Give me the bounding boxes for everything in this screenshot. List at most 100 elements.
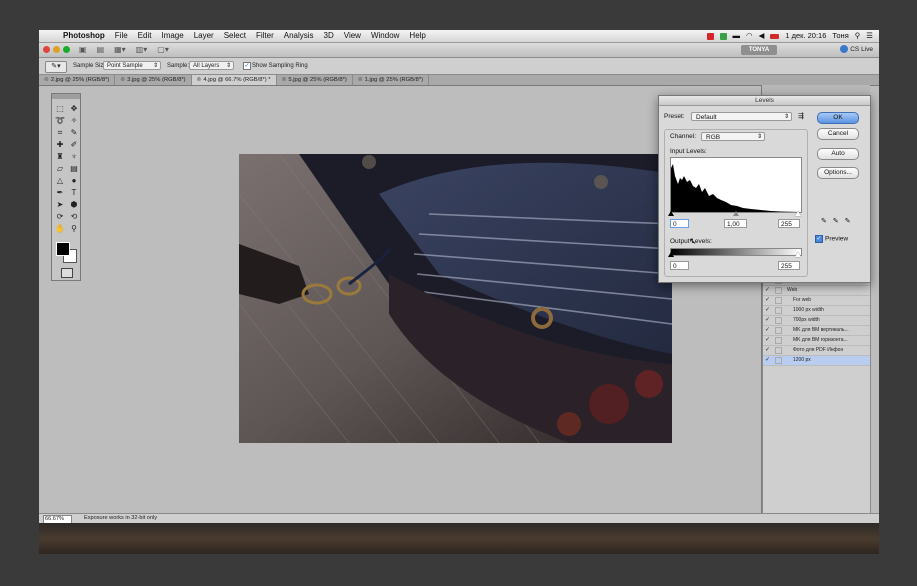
input-white-field[interactable]: 255 (778, 219, 800, 228)
list-item[interactable]: ✓ MK для ВМ вертикаль... (763, 326, 870, 336)
sync-icon[interactable] (719, 32, 727, 40)
close-icon[interactable]: ⊗ (197, 77, 202, 83)
list-item[interactable]: ✓ MK для ВМ горизонта... (763, 336, 870, 346)
output-white-field[interactable]: 255 (778, 261, 800, 270)
menu-analysis[interactable]: Analysis (284, 30, 314, 42)
battery-icon[interactable]: ▬ (733, 30, 741, 42)
sample-select[interactable]: All Layers (189, 61, 234, 71)
preview-checkbox[interactable]: ✓ Preview (815, 235, 848, 244)
check-icon[interactable]: ✓ (765, 327, 772, 334)
history-brush-icon[interactable]: ♆ (68, 151, 80, 162)
lasso-tool-icon[interactable]: ➰ (54, 115, 66, 126)
channel-select[interactable]: RGB (701, 132, 765, 142)
close-icon[interactable]: ⊗ (44, 77, 49, 83)
eyedropper-tool-preset-icon[interactable]: ✎▾ (45, 61, 67, 73)
document-canvas-image[interactable] (239, 154, 672, 443)
output-black-field[interactable]: 0 (670, 261, 689, 270)
preset-select[interactable]: Default (691, 112, 792, 122)
zoom-icon[interactable] (63, 46, 70, 53)
list-item[interactable]: ✓ Фото для PDF Инфон (763, 346, 870, 356)
stamp-tool-icon[interactable]: ♜ (54, 151, 66, 162)
menu-image[interactable]: Image (161, 30, 183, 42)
workspace-button[interactable]: TONYA (741, 45, 777, 55)
spotlight-icon[interactable]: ⚲ (855, 30, 861, 42)
check-icon[interactable]: ✓ (765, 297, 772, 304)
shape-tool-icon[interactable]: ⬢ (68, 199, 80, 210)
check-icon[interactable]: ✓ (765, 357, 772, 364)
tab-1-jpg[interactable]: ⊗ 1.jpg @ 25% (RGB/8*) (353, 75, 430, 85)
dialog-title[interactable]: Levels (659, 96, 870, 106)
black-eyedropper-icon[interactable]: ✎ (821, 217, 827, 225)
list-item[interactable]: ✓ For web (763, 296, 870, 306)
quick-mask-icon[interactable] (61, 268, 73, 278)
minibridge-icon[interactable]: ▤ (97, 45, 105, 54)
tab-4-jpg[interactable]: ⊗ 4.jpg @ 66.7% (RGB/8*) * (191, 75, 277, 85)
cs-live-button[interactable]: CS Live (840, 45, 873, 55)
healing-tool-icon[interactable]: ✚ (54, 139, 66, 150)
show-sampling-ring-checkbox[interactable]: ✓ (243, 62, 251, 70)
eyedropper-tool-icon[interactable]: ✎ (68, 127, 80, 138)
input-gamma-slider[interactable] (733, 211, 739, 216)
arrange-icon[interactable]: ▥▾ (136, 45, 148, 54)
foreground-color[interactable] (56, 242, 70, 256)
check-icon[interactable]: ✓ (765, 347, 772, 354)
minimize-icon[interactable] (53, 46, 60, 53)
options-button[interactable]: Options... (817, 167, 859, 179)
gray-eyedropper-icon[interactable]: ✎ (833, 217, 839, 225)
user-name[interactable]: Тоня (832, 30, 848, 42)
menu-filter[interactable]: Filter (256, 30, 274, 42)
white-eyedropper-icon[interactable]: ✎ (845, 217, 851, 225)
menu-app[interactable]: Photoshop (63, 30, 105, 42)
view-extras-icon[interactable]: ▦▾ (114, 45, 126, 54)
blur-tool-icon[interactable]: △ (54, 175, 66, 186)
volume-icon[interactable]: ◀ (759, 30, 765, 42)
screen-mode-icon[interactable]: ▢▾ (157, 45, 169, 54)
input-white-slider[interactable] (795, 211, 801, 216)
path-select-tool-icon[interactable]: ➤ (54, 199, 66, 210)
preset-options-icon[interactable]: ⇶ (798, 112, 804, 120)
check-icon[interactable]: ✓ (765, 337, 772, 344)
hand-tool-icon[interactable]: ✋ (54, 223, 66, 234)
marquee-tool-icon[interactable]: ⬚ (54, 103, 66, 114)
cancel-button[interactable]: Cancel (817, 128, 859, 140)
check-icon[interactable]: ✓ (765, 287, 772, 294)
close-icon[interactable] (43, 46, 50, 53)
bridge-icon[interactable]: ▣ (79, 45, 87, 54)
menu-3d[interactable]: 3D (324, 30, 334, 42)
menu-help[interactable]: Help (409, 30, 425, 42)
list-item[interactable]: ✓ Web (763, 286, 870, 296)
flag-icon[interactable] (770, 33, 780, 39)
list-item[interactable]: ✓ 700px width (763, 316, 870, 326)
3d-rotate-tool-icon[interactable]: ⟳ (54, 211, 66, 222)
zoom-tool-icon[interactable]: ⚲ (68, 223, 80, 234)
close-icon[interactable]: ⊗ (282, 77, 287, 83)
menu-layer[interactable]: Layer (194, 30, 214, 42)
tab-2-jpg[interactable]: ⊗ 2.jpg @ 25% (RGB/8*) (39, 75, 116, 85)
input-black-field[interactable]: 0 (670, 219, 689, 228)
gradient-tool-icon[interactable]: ▤ (68, 163, 80, 174)
output-white-slider[interactable] (795, 252, 801, 257)
sample-size-select[interactable]: Point Sample (103, 61, 161, 71)
menu-select[interactable]: Select (224, 30, 246, 42)
ok-button[interactable]: OK (817, 112, 859, 124)
move-tool-icon[interactable]: ✥ (68, 103, 80, 114)
dodge-tool-icon[interactable]: ● (68, 175, 80, 186)
list-item[interactable]: ✓ 1200 px (763, 356, 870, 366)
wifi-icon[interactable]: ◠ (746, 30, 753, 42)
menu-window[interactable]: Window (371, 30, 399, 42)
menu-edit[interactable]: Edit (138, 30, 152, 42)
check-icon[interactable]: ✓ (765, 317, 772, 324)
check-icon[interactable]: ✓ (765, 307, 772, 314)
clock-text[interactable]: 1 дек. 20:16 (785, 30, 826, 42)
tab-3-jpg[interactable]: ⊗ 3.jpg @ 25% (RGB/8*) (115, 75, 192, 85)
list-item[interactable]: ✓ 1000 px width (763, 306, 870, 316)
color-swatches[interactable] (56, 242, 77, 263)
menu-view[interactable]: View (344, 30, 361, 42)
quick-select-tool-icon[interactable]: ✧ (68, 115, 80, 126)
input-black-slider[interactable] (668, 211, 674, 216)
pen-tool-icon[interactable]: ✒ (54, 187, 66, 198)
output-black-slider[interactable] (668, 252, 674, 257)
list-icon[interactable]: ☰ (866, 30, 873, 42)
tab-5-jpg[interactable]: ⊗ 5.jpg @ 25% (RGB/8*) (277, 75, 353, 85)
eraser-tool-icon[interactable]: ▱ (54, 163, 66, 174)
